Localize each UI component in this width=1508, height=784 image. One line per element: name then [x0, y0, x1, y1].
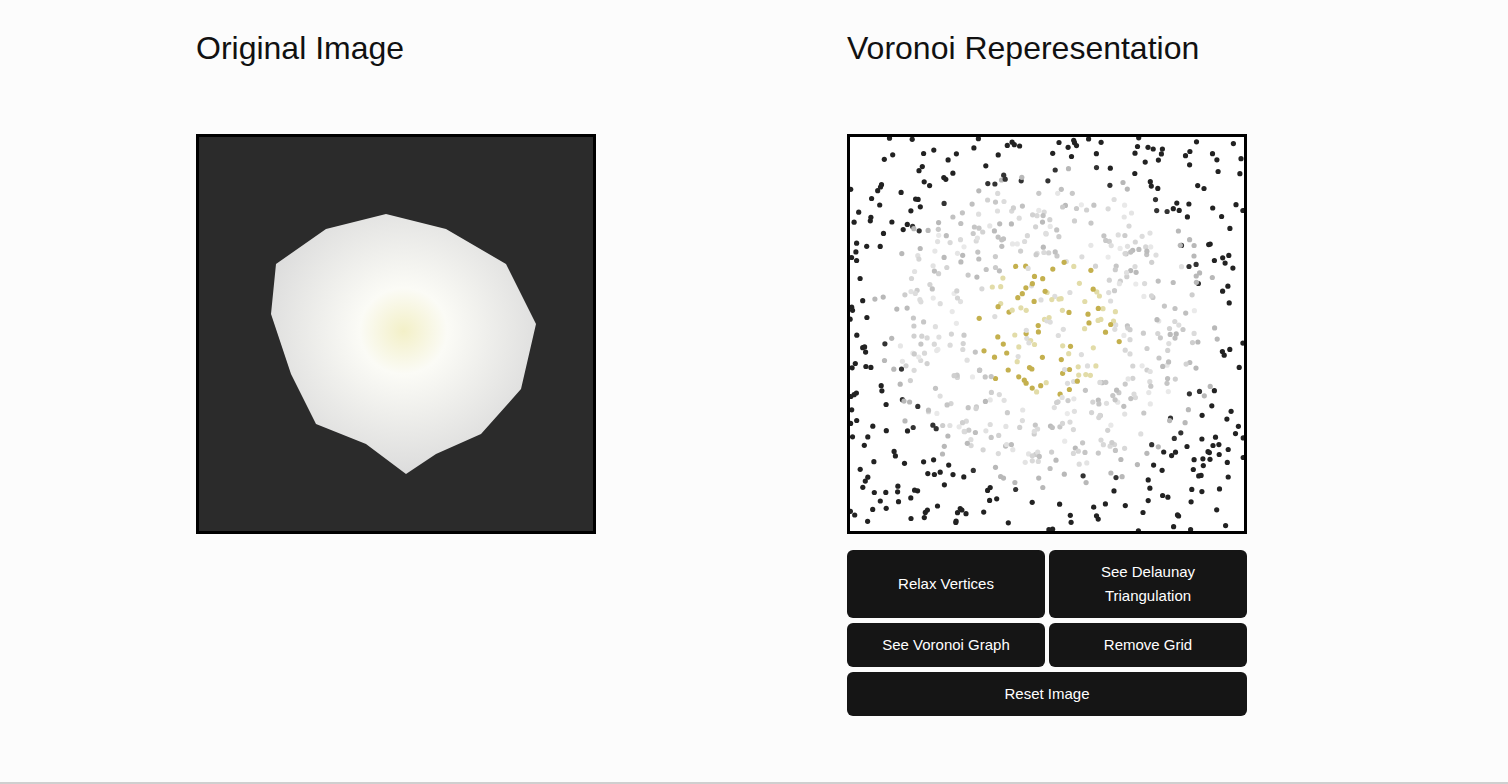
original-image	[196, 134, 596, 534]
action-button[interactable]: See Voronoi Graph	[847, 623, 1045, 667]
action-button[interactable]: Relax Vertices	[847, 550, 1045, 618]
action-button[interactable]: Reset Image	[847, 672, 1247, 716]
action-button[interactable]: See Delaunay Triangulation	[1049, 550, 1247, 618]
voronoi-dots	[850, 137, 1244, 531]
original-title: Original Image	[196, 26, 596, 70]
action-button[interactable]: Remove Grid	[1049, 623, 1247, 667]
button-group: Relax VerticesSee Delaunay Triangulation…	[847, 550, 1247, 716]
voronoi-canvas	[847, 134, 1247, 534]
voronoi-panel: Voronoi Reperesentation Relax VerticesSe…	[847, 26, 1247, 716]
original-panel: Original Image	[196, 26, 596, 716]
voronoi-title: Voronoi Reperesentation	[847, 26, 1247, 70]
rose-picture	[236, 174, 556, 494]
